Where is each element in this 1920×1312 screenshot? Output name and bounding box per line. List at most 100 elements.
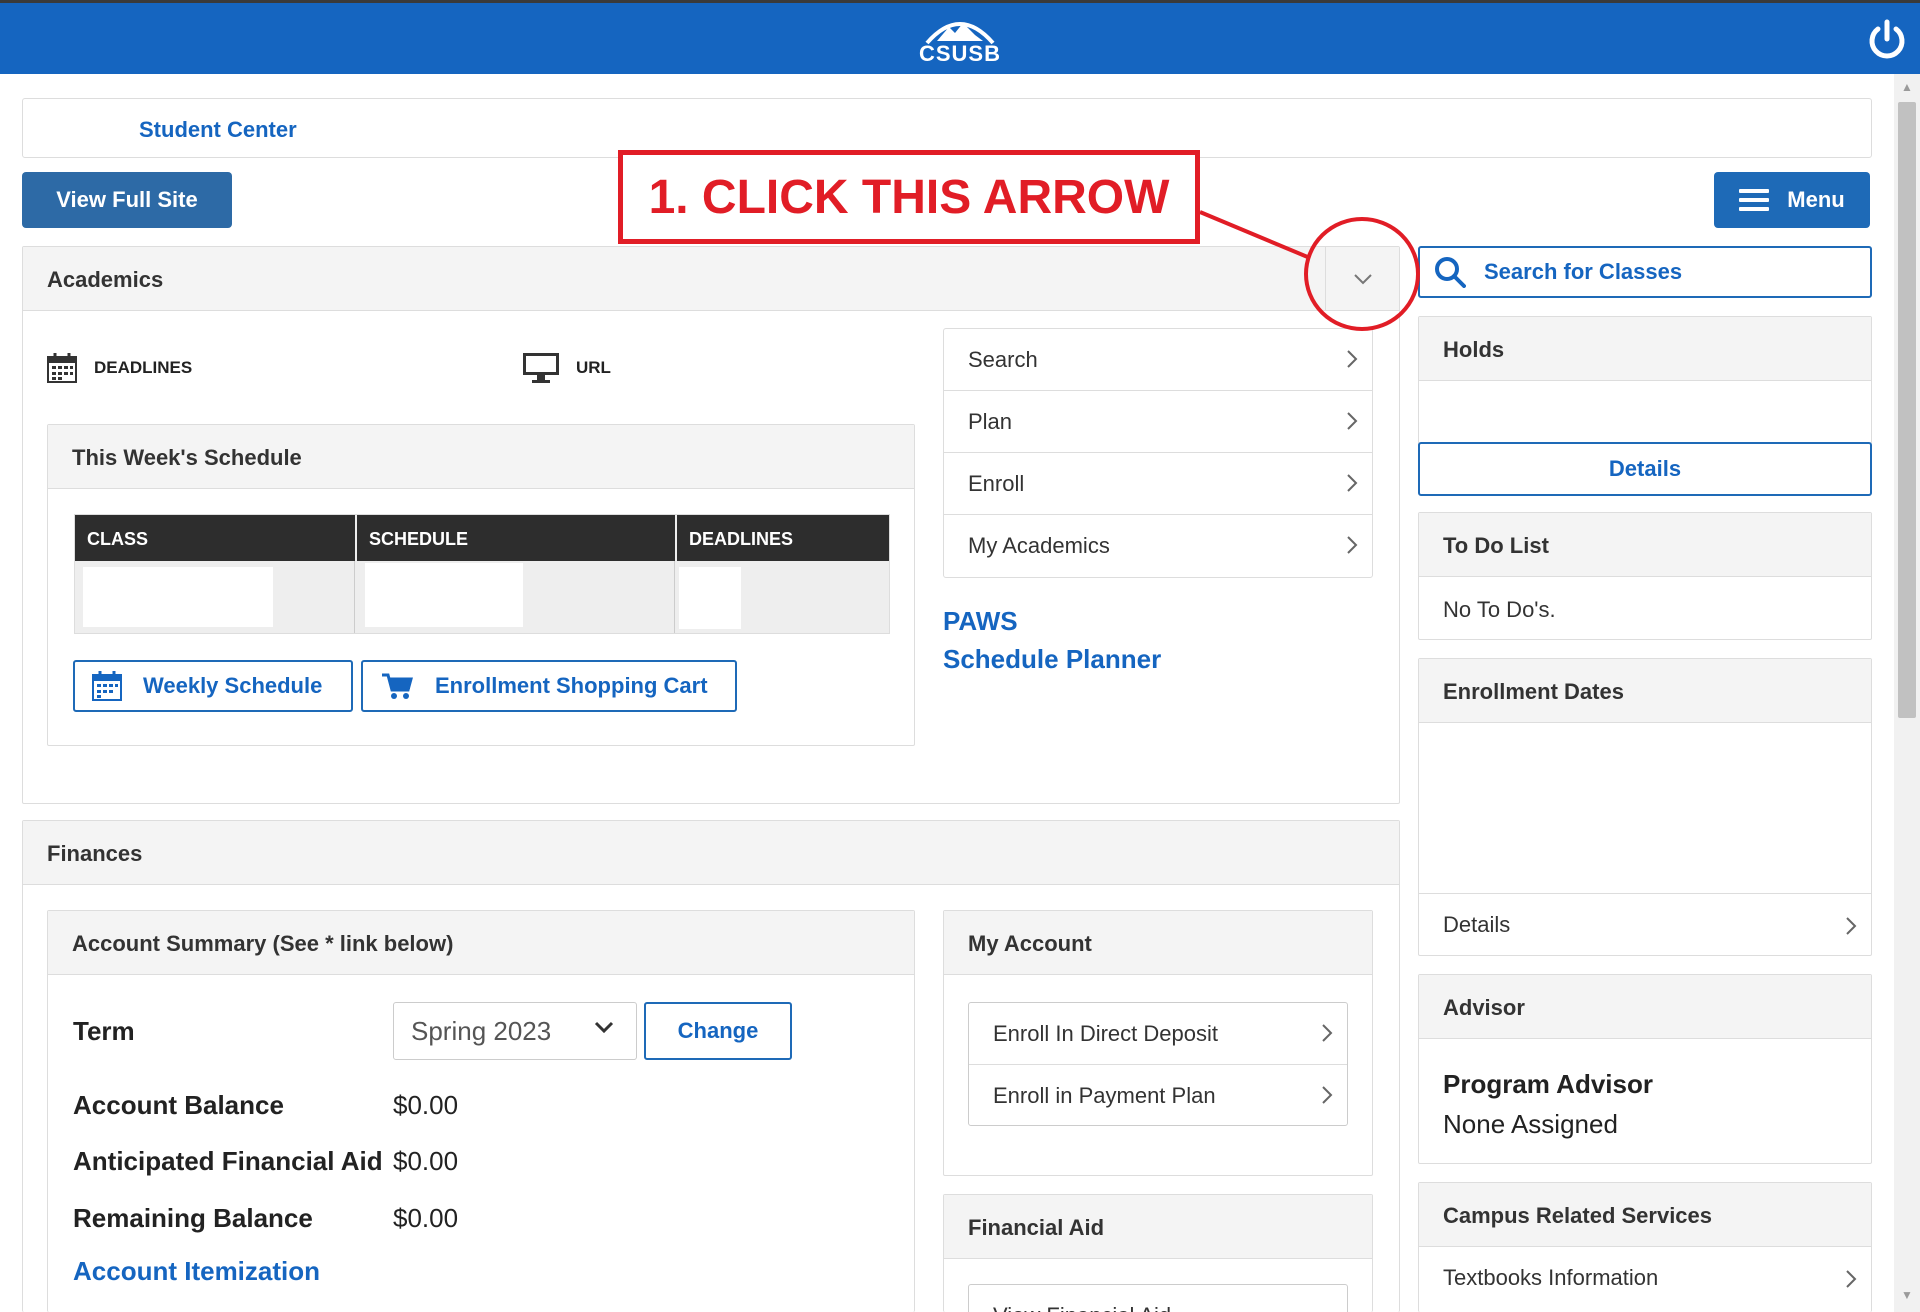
advisor-name: None Assigned [1443,1109,1618,1139]
deadlines-link[interactable]: DEADLINES [46,352,192,384]
table-cell [357,561,675,633]
nav-item-my-academics[interactable]: My Academics [944,515,1372,577]
direct-deposit-label: Enroll In Direct Deposit [993,1021,1218,1046]
column-header-class: CLASS [75,515,355,561]
academics-collapse-button[interactable] [1325,247,1399,311]
change-label: Change [677,1018,759,1043]
payment-plan-link[interactable]: Enroll in Payment Plan [969,1065,1347,1127]
search-for-classes-button[interactable]: Search for Classes [1418,246,1872,298]
page-scrollbar[interactable]: ▲ ▼ [1894,74,1920,1312]
holds-details-button[interactable]: Details [1418,442,1872,496]
chevron-down-icon [594,1021,614,1033]
remaining-balance-value: $0.00 [393,1203,459,1233]
weekly-schedule-label: Weekly Schedule [143,673,323,698]
textbooks-information-link[interactable]: Textbooks Information [1419,1247,1871,1309]
scroll-up-icon[interactable]: ▲ [1894,80,1920,96]
nav-item-enroll[interactable]: Enroll [944,453,1372,515]
nav-item-label: My Academics [968,533,1110,558]
mountain-logo-icon [925,22,995,45]
academics-nav-list: Search Plan Enroll My Academics [943,328,1373,578]
advisor-role: Program Advisor [1443,1069,1653,1099]
nav-item-plan[interactable]: Plan [944,391,1372,453]
advisor-title: Advisor [1443,995,1525,1020]
campus-services-panel: Campus Related Services Textbooks Inform… [1418,1182,1872,1312]
schedule-table: CLASS SCHEDULE DEADLINES [74,514,890,634]
nav-item-label: Search [968,347,1038,372]
campus-services-title: Campus Related Services [1443,1203,1713,1228]
chevron-right-icon [1347,474,1358,492]
view-financial-aid-link[interactable]: View Financial Aid [968,1284,1348,1312]
academics-title: Academics [47,267,164,292]
enrollment-dates-title: Enrollment Dates [1443,679,1624,704]
academics-header: Academics [23,247,1399,311]
nav-item-search[interactable]: Search [944,329,1372,391]
column-header-deadlines: DEADLINES [677,515,889,561]
shopping-cart-label: Enrollment Shopping Cart [435,673,708,698]
account-balance-label: Account Balance [73,1090,284,1120]
deadlines-label: DEADLINES [94,358,193,377]
change-term-button[interactable]: Change [644,1002,792,1060]
weekly-schedule-button[interactable]: Weekly Schedule [73,660,353,712]
logo-text: CSUSB [918,41,1001,66]
advisor-panel: Advisor Program Advisor None Assigned [1418,974,1872,1164]
textbooks-label: Textbooks Information [1443,1265,1659,1290]
search-icon [1435,257,1466,288]
view-full-site-label: View Full Site [56,187,198,212]
annotation-callout: 1. CLICK THIS ARROW [618,150,1200,244]
holds-title: Holds [1443,337,1505,362]
annotation-text: 1. CLICK THIS ARROW [648,170,1170,224]
todo-title: To Do List [1443,533,1549,558]
account-itemization-link[interactable]: Account Itemization [73,1256,320,1287]
top-bar: CSUSB [0,0,1920,74]
view-financial-aid-label: View Financial Aid [993,1303,1171,1312]
power-icon[interactable] [1866,19,1908,61]
enrollment-shopping-cart-button[interactable]: Enrollment Shopping Cart [361,660,737,712]
term-select[interactable]: Spring 2023 [393,1002,637,1060]
table-cell [677,561,889,633]
scroll-down-icon[interactable]: ▼ [1894,1288,1920,1304]
calendar-icon [92,671,122,701]
anticipated-aid-label: Anticipated Financial Aid [73,1146,383,1176]
table-cell [75,561,355,633]
schedule-header: This Week's Schedule [48,425,914,489]
chevron-right-icon [1347,350,1358,368]
chevron-right-icon [1347,412,1358,430]
url-label: URL [576,358,611,377]
nav-item-label: Plan [968,409,1013,434]
term-selected-value: Spring 2023 [411,1016,552,1046]
todo-empty-text: No To Do's. [1443,597,1556,622]
menu-label: Menu [1787,187,1845,212]
term-label: Term [73,1016,135,1046]
holds-panel: Holds [1418,316,1872,444]
menu-button[interactable]: Menu [1714,172,1870,228]
chevron-right-icon [1322,1024,1333,1042]
breadcrumb: Student Center [22,98,1872,158]
url-link[interactable]: URL [522,352,611,384]
enrollment-dates-panel: Enrollment Dates Details [1418,658,1872,956]
payment-plan-label: Enroll in Payment Plan [993,1083,1216,1108]
financial-aid-title: Financial Aid [968,1215,1105,1240]
nav-item-label: Enroll [968,471,1025,496]
account-balance-value: $0.00 [393,1090,459,1120]
direct-deposit-link[interactable]: Enroll In Direct Deposit [969,1003,1347,1065]
enrollment-dates-details[interactable]: Details [1419,893,1871,955]
chevron-down-icon [1353,274,1372,285]
todo-list-panel: To Do List No To Do's. [1418,512,1872,640]
scroll-thumb[interactable] [1898,102,1916,718]
view-full-site-button[interactable]: View Full Site [22,172,232,228]
enrollment-details-label: Details [1443,912,1511,937]
paws-link[interactable]: PAWS [943,606,1018,637]
chevron-right-icon [1347,536,1358,554]
chevron-right-icon [1846,917,1857,935]
schedule-planner-link[interactable]: Schedule Planner [943,644,1161,675]
csusb-logo[interactable]: CSUSB [918,11,1002,71]
holds-details-label: Details [1608,456,1682,481]
account-summary-title: Account Summary (See * link below) [72,931,454,956]
breadcrumb-student-center[interactable]: Student Center [139,117,297,143]
shopping-cart-icon [382,673,413,699]
chevron-right-icon [1846,1270,1857,1288]
hamburger-icon [1739,189,1770,211]
remaining-balance-label: Remaining Balance [73,1203,313,1233]
chevron-right-icon [1322,1086,1333,1104]
search-for-classes-label: Search for Classes [1484,259,1683,284]
